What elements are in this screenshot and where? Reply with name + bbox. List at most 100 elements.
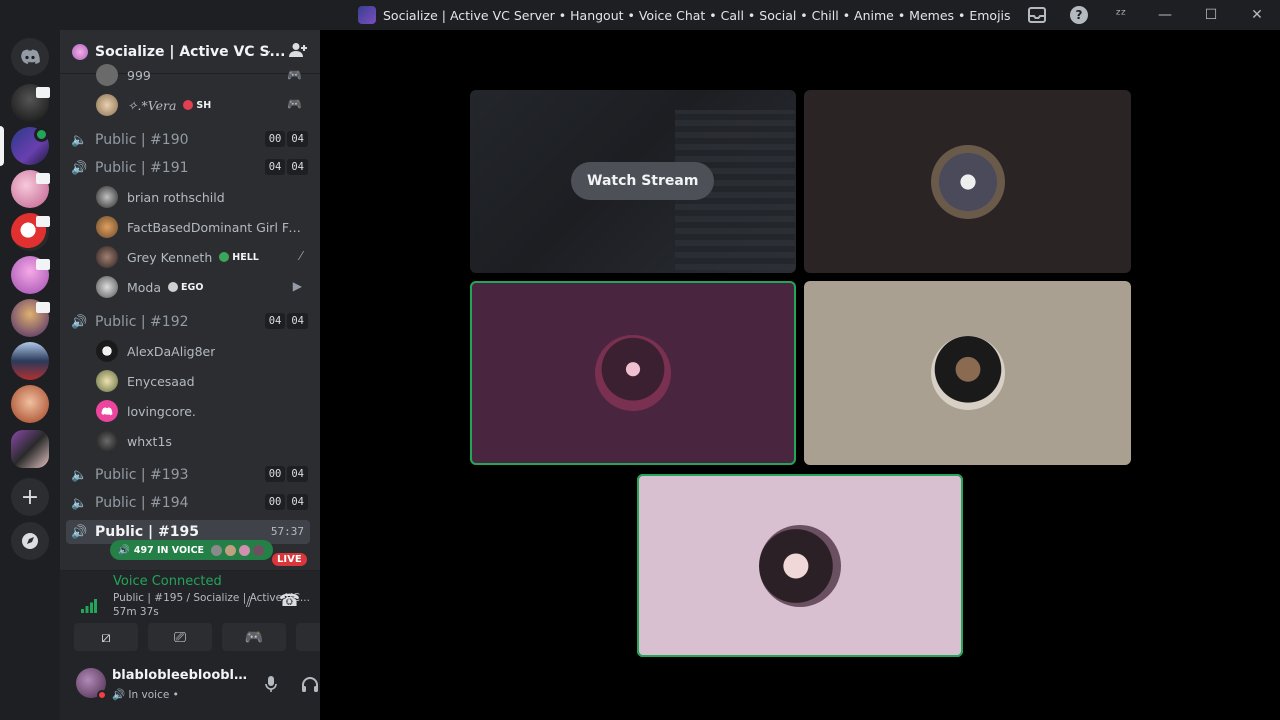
inbox-icon[interactable] (1016, 0, 1058, 30)
user-limit: 00 04 (263, 466, 308, 482)
game-controller-icon: 🎮 (244, 628, 264, 646)
avatar (96, 94, 118, 116)
unread-badge (36, 302, 50, 313)
list-item[interactable]: AlexDaAlig8er (96, 337, 308, 365)
camera-off-button[interactable]: ⧄ (74, 623, 138, 651)
speaker-icon: 🔊 (71, 524, 88, 540)
disconnect-icon[interactable]: ☎ (279, 591, 300, 611)
discord-home-icon[interactable] (11, 38, 49, 76)
avatar (96, 340, 118, 362)
avatar (759, 524, 841, 607)
member-name: 999 (127, 67, 151, 83)
list-item[interactable]: Grey Kenneth HELL ⁄ (96, 243, 308, 271)
voice-active-badge (34, 127, 49, 142)
game-controller-icon: 🎮 (287, 97, 302, 111)
stream-tile[interactable]: Watch Stream (470, 90, 796, 273)
in-voice-count: 497 IN VOICE (133, 544, 205, 556)
unread-badge (36, 87, 50, 98)
channel-name: Public | #192 (95, 314, 189, 330)
channel-sidebar: Socialize | Active VC S... ⌄ 999 🎮 ✧.*Ve… (60, 30, 360, 720)
in-voice-pill[interactable]: 🔊 497 IN VOICE (110, 540, 274, 560)
speaker-icon: 🔊 (118, 544, 130, 556)
signal-icon[interactable] (81, 599, 97, 617)
participant-tile-speaking[interactable] (470, 281, 796, 465)
list-item[interactable]: 999 🎮 (96, 62, 308, 88)
avatar (252, 543, 266, 557)
server-folder-icon[interactable] (11, 430, 49, 468)
list-item[interactable]: brian rothschild (96, 183, 308, 211)
member-name: lovingcore. (127, 403, 196, 419)
noise-suppression-icon[interactable]: ⫽ (246, 593, 253, 611)
tag-icon (168, 282, 179, 292)
invite-people-icon[interactable] (289, 42, 307, 62)
speaker-icon: 🔈 (71, 132, 88, 148)
updates-icon[interactable]: ᶻᶻ (1100, 0, 1142, 30)
watch-stream-button[interactable]: Watch Stream (571, 162, 715, 200)
camera-off-icon: ⧄ (101, 628, 111, 646)
speaker-icon: 🔊 (71, 160, 88, 176)
member-name: Moda (127, 279, 162, 295)
user-status: 🔊 In voice • (112, 689, 179, 701)
channel-name: Public | #193 (95, 467, 189, 483)
participant-tile[interactable] (804, 90, 1131, 273)
member-tag: HELL (219, 252, 259, 263)
voice-channel-192[interactable]: 🔊 Public | #192 04 04 (68, 310, 308, 334)
screen-share-button[interactable]: ⎚ (148, 623, 212, 651)
voice-channel-194[interactable]: 🔈 Public | #194 00 04 (68, 491, 308, 515)
avatar (96, 186, 118, 208)
user-panel: blablobleeblooble... 🔊 In voice • (60, 658, 356, 720)
voice-channel-193[interactable]: 🔈 Public | #193 00 04 (68, 463, 308, 487)
voice-duration: 57m 37s (113, 606, 159, 618)
channel-name: Public | #190 (95, 132, 189, 148)
avatar (238, 543, 252, 557)
minimize-button[interactable]: — (1142, 0, 1188, 30)
member-name: ✧.*Vera (127, 97, 177, 113)
avatar (210, 543, 224, 557)
server-rail: + (0, 30, 60, 720)
tag-icon (219, 252, 230, 262)
headphones-icon[interactable] (301, 676, 319, 696)
username[interactable]: blablobleeblooble... (112, 668, 252, 683)
voice-channel-191[interactable]: 🔊 Public | #191 04 04 (68, 156, 308, 180)
list-item[interactable]: Enycesaad (96, 367, 308, 395)
chevron-down-icon[interactable]: ⌄ (262, 43, 273, 58)
screen-share-icon: ⎚ (173, 628, 186, 646)
voice-stage: Watch Stream (320, 30, 1280, 720)
member-tag: SH (183, 100, 211, 111)
list-item[interactable]: whxt1s (96, 427, 308, 455)
activity-button[interactable]: 🎮 (222, 623, 286, 651)
list-item[interactable]: Moda EGO ▶ (96, 273, 308, 301)
channel-name: Public | #194 (95, 495, 189, 511)
user-limit: 04 04 (263, 313, 308, 329)
participant-tile[interactable] (804, 281, 1131, 465)
member-name: Enycesaad (127, 373, 195, 389)
user-limit: 00 04 (263, 494, 308, 510)
list-item[interactable]: FactBasedDominant Girl Fuck... (96, 213, 308, 241)
explore-icon[interactable] (11, 522, 49, 560)
member-name: Grey Kenneth (127, 249, 213, 265)
avatar (96, 216, 118, 238)
channel-name: Public | #191 (95, 160, 189, 176)
microphone-icon[interactable] (265, 676, 277, 697)
avatar (96, 64, 118, 86)
add-server-icon[interactable]: + (11, 478, 49, 516)
server-icon-7[interactable] (11, 342, 49, 380)
speaker-icon: 🔊 (71, 314, 88, 330)
speaker-icon: 🔈 (71, 495, 88, 511)
help-icon[interactable]: ? (1058, 0, 1100, 30)
voice-channel-190[interactable]: 🔈 Public | #190 00 04 (68, 128, 308, 152)
server-icon-8[interactable] (11, 385, 49, 423)
list-item[interactable]: lovingcore. (96, 397, 308, 425)
camera-icon: ▶ (292, 279, 302, 293)
avatar (96, 276, 118, 298)
voice-status[interactable]: Voice Connected (113, 574, 222, 589)
close-button[interactable]: ✕ (1234, 0, 1280, 30)
participant-tile-speaking[interactable] (637, 474, 963, 657)
status-indicator (97, 690, 107, 700)
list-item[interactable]: ✧.*Vera SH 🎮 (96, 91, 308, 119)
member-name: brian rothschild (127, 189, 225, 205)
unread-badge (36, 259, 50, 270)
maximize-button[interactable]: ☐ (1188, 0, 1234, 30)
server-name: Socialize | Active VC S... (95, 43, 286, 60)
voice-connection-panel: Voice Connected Public | #195 / Socializ… (60, 570, 360, 658)
